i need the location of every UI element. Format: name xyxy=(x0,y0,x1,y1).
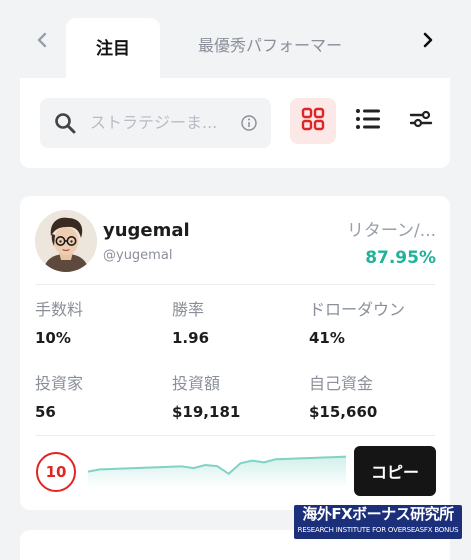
trader-name[interactable]: yugemal xyxy=(103,220,190,241)
copy-button[interactable]: コピー xyxy=(354,446,436,496)
tabs-bar: 注目 最優秀パフォーマー xyxy=(0,0,471,78)
stat-investors: 投資家 56 xyxy=(35,370,83,421)
list-icon xyxy=(355,108,381,134)
search-input[interactable]: ストラテジーま... xyxy=(40,98,271,148)
stat-fee: 手数料 10% xyxy=(35,296,83,347)
sparkline-area xyxy=(88,456,346,488)
stat-label: 勝率 xyxy=(172,300,205,319)
grid-icon xyxy=(301,107,325,135)
tabs-scroll-left-icon[interactable] xyxy=(32,30,52,50)
risk-score-badge: 10 xyxy=(36,452,76,492)
grid-view-button[interactable] xyxy=(290,98,336,144)
avatar xyxy=(35,210,97,272)
stat-own-funds: 自己資金 $15,660 xyxy=(309,370,377,421)
search-icon xyxy=(54,112,76,138)
stat-value: 1.96 xyxy=(172,329,210,347)
search-placeholder: ストラテジーま... xyxy=(90,113,218,132)
return-value: 87.95% xyxy=(365,248,436,268)
watermark-sub-text: RESEARCH INSTITUTE FOR OVERSEASFX BONUS xyxy=(297,526,459,534)
stat-label: 手数料 xyxy=(35,300,84,319)
stat-value: 41% xyxy=(309,329,345,347)
stat-value: 56 xyxy=(35,403,56,421)
performance-sparkline xyxy=(88,455,346,488)
watermark-main-text: 海外FXボーナス研究所 xyxy=(302,505,454,523)
list-view-button[interactable] xyxy=(345,98,391,144)
filter-button[interactable] xyxy=(398,98,444,144)
stat-label: 自己資金 xyxy=(309,374,374,393)
stat-label: ドローダウン xyxy=(309,300,406,319)
watermark-logo: 海外FXボーナス研究所 RESEARCH INSTITUTE FOR OVERS… xyxy=(294,505,462,539)
toolbar: ストラテジーま... xyxy=(20,78,450,168)
tab-featured[interactable]: 注目 xyxy=(66,18,160,78)
stat-value: 10% xyxy=(35,329,71,347)
return-label: リターン/... xyxy=(346,221,436,241)
stat-invested-amount: 投資額 $19,181 xyxy=(172,370,240,421)
stat-drawdown: ドローダウン 41% xyxy=(309,296,405,347)
tab-top-performers[interactable]: 最優秀パフォーマー xyxy=(180,18,360,74)
stat-value: $15,660 xyxy=(309,403,378,421)
trader-handle: @yugemal xyxy=(103,248,173,263)
tabs-scroll-right-icon[interactable] xyxy=(418,30,438,50)
divider xyxy=(35,435,435,436)
stat-label: 投資家 xyxy=(35,374,84,393)
filter-sliders-icon xyxy=(409,109,433,133)
divider xyxy=(35,284,435,285)
stat-value: $19,181 xyxy=(172,403,241,421)
stat-label: 投資額 xyxy=(172,374,221,393)
stat-win-rate: 勝率 1.96 xyxy=(172,296,209,347)
info-icon[interactable] xyxy=(240,114,258,136)
trader-card[interactable]: yugemal @yugemal リターン/... 87.95% 手数料 10%… xyxy=(20,196,450,510)
